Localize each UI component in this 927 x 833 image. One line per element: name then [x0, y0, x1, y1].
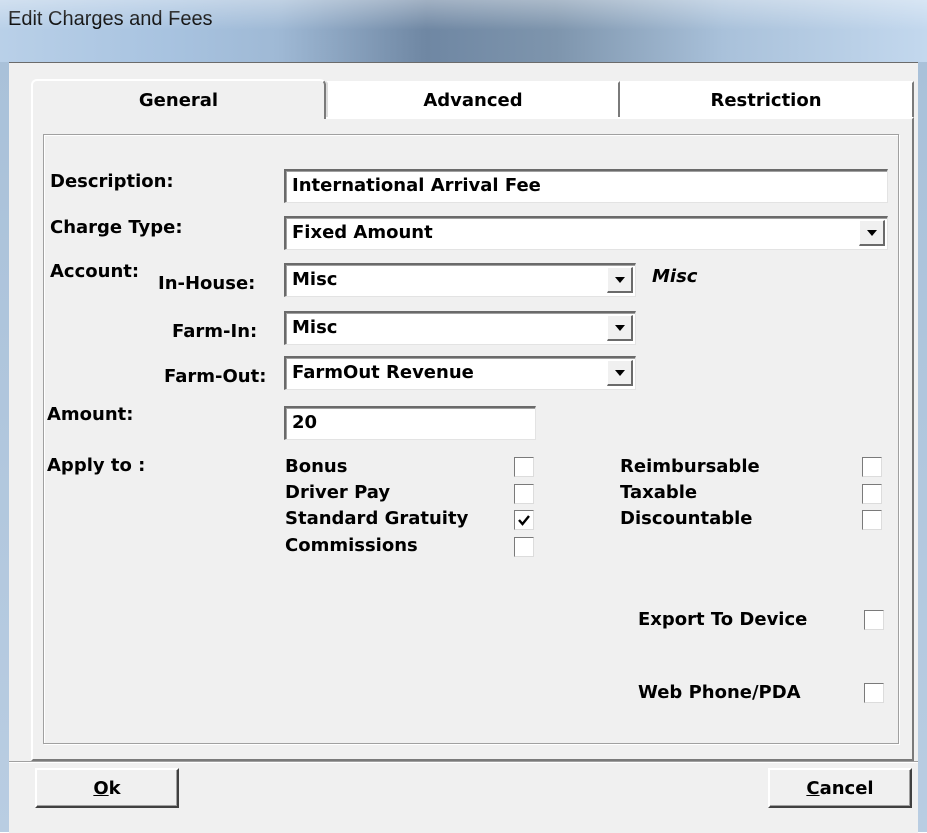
- export-to-device-checkbox[interactable]: [864, 610, 884, 630]
- standard-gratuity-checkbox[interactable]: [514, 510, 534, 530]
- account-note: Misc: [652, 266, 698, 287]
- amount-field[interactable]: 20: [284, 406, 536, 440]
- checkmark-icon: [518, 515, 530, 526]
- reimbursable-checkbox[interactable]: [862, 457, 882, 477]
- amount-value: 20: [292, 412, 318, 433]
- cancel-label-rest: ancel: [819, 777, 874, 799]
- bonus-checkbox[interactable]: [514, 457, 534, 477]
- window-frame-right: [918, 62, 927, 832]
- window-title: Edit Charges and Fees: [8, 8, 213, 30]
- chevron-down-icon: [614, 369, 625, 376]
- general-group-box: Description: International Arrival Fee C…: [43, 134, 899, 744]
- bonus-label: Bonus: [285, 456, 348, 477]
- amount-label: Amount:: [47, 404, 134, 425]
- description-value: International Arrival Fee: [292, 175, 541, 196]
- in-house-dropdown-button[interactable]: [607, 267, 633, 293]
- tab-advanced-label: Advanced: [423, 89, 523, 111]
- web-phone-pda-checkbox[interactable]: [864, 683, 884, 703]
- ok-accelerator: O: [93, 777, 109, 799]
- account-label: Account:: [50, 261, 140, 282]
- in-house-value: Misc: [292, 269, 338, 290]
- tab-restriction-label: Restriction: [710, 89, 822, 111]
- farm-out-value: FarmOut Revenue: [292, 362, 474, 383]
- charge-type-label: Charge Type:: [50, 217, 183, 238]
- farm-in-label: Farm-In:: [172, 321, 258, 342]
- tab-general-label: General: [138, 89, 219, 111]
- description-field[interactable]: International Arrival Fee: [284, 169, 888, 203]
- farm-out-select[interactable]: FarmOut Revenue: [284, 356, 636, 390]
- title-bar[interactable]: Edit Charges and Fees: [0, 0, 927, 62]
- farm-in-value: Misc: [292, 317, 338, 338]
- reimbursable-label: Reimbursable: [620, 456, 760, 477]
- charge-type-dropdown-button[interactable]: [859, 220, 885, 246]
- discountable-label: Discountable: [620, 508, 753, 529]
- farm-out-label: Farm-Out:: [164, 366, 267, 387]
- farm-in-dropdown-button[interactable]: [607, 315, 633, 341]
- commissions-label: Commissions: [285, 535, 418, 556]
- tab-panel-general: Description: International Arrival Fee C…: [31, 117, 914, 761]
- standard-gratuity-label: Standard Gratuity: [285, 508, 469, 529]
- cancel-accelerator: C: [806, 777, 820, 799]
- export-to-device-label: Export To Device: [638, 609, 808, 630]
- taxable-checkbox[interactable]: [862, 484, 882, 504]
- farm-out-dropdown-button[interactable]: [607, 360, 633, 386]
- web-phone-pda-label: Web Phone/PDA: [638, 682, 801, 703]
- description-label: Description:: [50, 171, 174, 192]
- tab-general[interactable]: General: [31, 79, 326, 119]
- tab-restriction[interactable]: Restriction: [620, 81, 914, 117]
- commissions-checkbox[interactable]: [514, 537, 534, 557]
- taxable-label: Taxable: [620, 482, 698, 503]
- apply-to-label: Apply to :: [47, 455, 146, 476]
- ok-button[interactable]: Ok: [35, 768, 179, 808]
- in-house-select[interactable]: Misc: [284, 263, 636, 297]
- bottom-separator: [9, 761, 918, 763]
- window-frame-left: [0, 62, 9, 832]
- chevron-down-icon: [866, 229, 877, 236]
- tab-advanced[interactable]: Advanced: [326, 81, 620, 117]
- dialog-client-area: General Advanced Restriction Description…: [9, 62, 918, 833]
- driver-pay-checkbox[interactable]: [514, 484, 534, 504]
- discountable-checkbox[interactable]: [862, 510, 882, 530]
- in-house-label: In-House:: [158, 273, 256, 294]
- farm-in-select[interactable]: Misc: [284, 311, 636, 345]
- ok-label-rest: k: [108, 777, 121, 799]
- chevron-down-icon: [614, 324, 625, 331]
- charge-type-select[interactable]: Fixed Amount: [284, 216, 888, 250]
- charge-type-value: Fixed Amount: [292, 222, 433, 243]
- chevron-down-icon: [614, 276, 625, 283]
- driver-pay-label: Driver Pay: [285, 482, 391, 503]
- cancel-button[interactable]: Cancel: [768, 768, 912, 808]
